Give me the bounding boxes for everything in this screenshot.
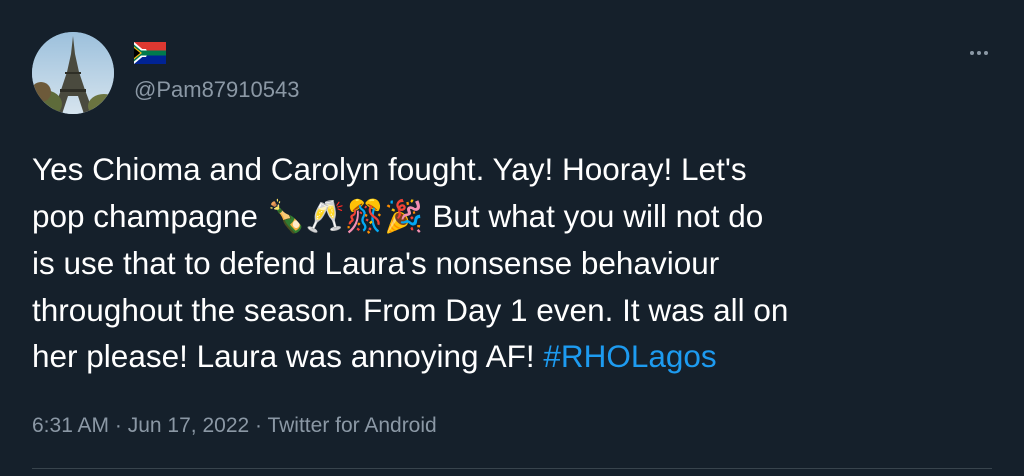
tweet-text-line: pop champagne 🍾🥂🎊🎉 But what you will not… [32, 193, 992, 241]
divider [32, 468, 992, 469]
tweet-text-segment: pop champagne [32, 197, 267, 234]
dot [977, 51, 981, 55]
tweet-source[interactable]: Twitter for Android [267, 414, 436, 437]
meta-separator: · [109, 414, 128, 437]
south-africa-flag-icon [134, 41, 166, 64]
eiffel-tower-avatar-icon [32, 32, 114, 114]
hashtag-link[interactable]: #RHOLagos [543, 338, 716, 374]
tweet-text-segment: her please! Laura was annoying AF! [32, 338, 544, 374]
tweet-date[interactable]: Jun 17, 2022 [128, 414, 249, 437]
more-options-icon[interactable] [964, 38, 994, 68]
dot [984, 51, 988, 55]
tweet-time[interactable]: 6:31 AM [32, 414, 109, 437]
tweet-text-line: throughout the season. From Day 1 even. … [32, 291, 789, 328]
tweet-text: Yes Chioma and Carolyn fought. Yay! Hoor… [32, 146, 992, 380]
celebration-emojis: 🍾🥂🎊🎉 [266, 198, 424, 235]
meta-separator: · [249, 414, 268, 437]
display-name[interactable] [134, 40, 166, 66]
tweet-text-line: is use that to defend Laura's nonsense b… [32, 245, 720, 281]
dot [970, 51, 974, 55]
tweet-text-line: her please! Laura was annoying AF! #RHOL… [32, 333, 992, 380]
avatar[interactable] [32, 32, 114, 114]
tweet-text-segment: But what you will not do [423, 197, 764, 234]
user-handle[interactable]: @Pam87910543 [134, 76, 299, 104]
tweet-text-line: Yes Chioma and Carolyn fought. Yay! Hoor… [32, 151, 747, 187]
tweet-metadata: 6:31 AM · Jun 17, 2022 · Twitter for And… [32, 412, 437, 440]
